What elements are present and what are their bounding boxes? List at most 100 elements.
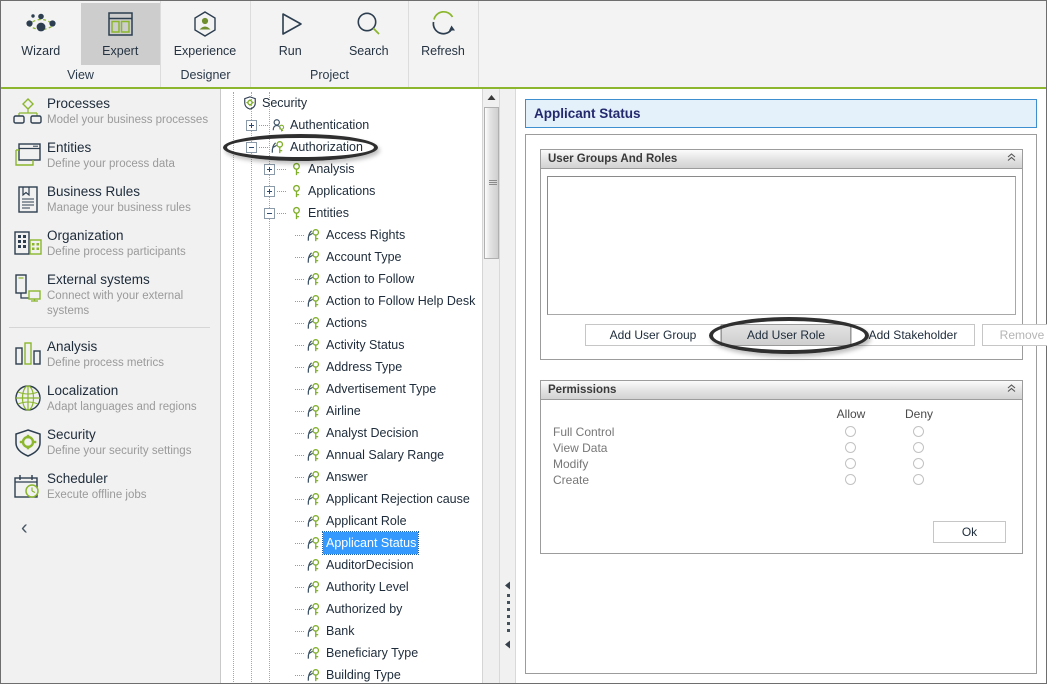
sidebar-item-business-rules[interactable]: Business Rules Manage your business rule… bbox=[1, 177, 220, 221]
tree-node-applicant-role[interactable]: Applicant Role bbox=[222, 510, 480, 532]
tree-node-label: Actions bbox=[323, 312, 367, 334]
tree-node-applicant-status[interactable]: Applicant Status bbox=[222, 532, 480, 554]
tree-node-airline[interactable]: Airline bbox=[222, 400, 480, 422]
expand-icon[interactable] bbox=[264, 186, 275, 197]
sidebar-item-external-systems-text: External systems Connect with your exter… bbox=[47, 271, 216, 319]
tree-node-auditordecision[interactable]: AuditorDecision bbox=[222, 554, 480, 576]
expert-button[interactable]: Expert bbox=[81, 3, 161, 65]
ribbon-group-label-designer: Designer bbox=[161, 65, 250, 87]
tree-node-authentication[interactable]: Authentication bbox=[222, 114, 480, 136]
scrollbar-grip-icon bbox=[489, 180, 497, 186]
sidebar-item-business-rules-subtitle: Manage your business rules bbox=[47, 201, 191, 216]
tree-node-address-type[interactable]: Address Type bbox=[222, 356, 480, 378]
detail-content-area: Applicant Status User Groups And Roles bbox=[517, 89, 1046, 683]
key-person-icon bbox=[305, 338, 323, 352]
sidebar-item-scheduler[interactable]: Scheduler Execute offline jobs bbox=[1, 464, 220, 508]
organization-icon bbox=[9, 227, 47, 261]
add-user-group-button[interactable]: Add User Group bbox=[585, 324, 721, 346]
tree-node-beneficiary-type[interactable]: Beneficiary Type bbox=[222, 642, 480, 664]
tree-node-actions[interactable]: Actions bbox=[222, 312, 480, 334]
scrollbar-thumb[interactable] bbox=[484, 107, 499, 259]
tree-node-authorization[interactable]: Authorization bbox=[222, 136, 480, 158]
sidebar-item-organization-title: Organization bbox=[47, 228, 186, 244]
wizard-button-label: Wizard bbox=[21, 44, 60, 58]
tree-vertical-scrollbar[interactable] bbox=[482, 89, 499, 683]
tree-node-answer[interactable]: Answer bbox=[222, 466, 480, 488]
tree-connector bbox=[277, 191, 286, 192]
sidebar-collapse-button[interactable]: ‹ bbox=[1, 508, 220, 548]
sidebar-item-entities[interactable]: Entities Define your process data bbox=[1, 133, 220, 177]
sidebar-item-security[interactable]: Security Define your security settings bbox=[1, 420, 220, 464]
sidebar-item-external-systems-subtitle: Connect with your external systems bbox=[47, 289, 216, 319]
tree-node-analysis[interactable]: Analysis bbox=[222, 158, 480, 180]
refresh-icon bbox=[423, 6, 463, 44]
tree-node-action-to-follow-help-desk[interactable]: Action to Follow Help Desk bbox=[222, 290, 480, 312]
collapse-icon[interactable] bbox=[246, 142, 257, 153]
tree-node-annual-salary-range[interactable]: Annual Salary Range bbox=[222, 444, 480, 466]
splitter-collapse-down-icon[interactable] bbox=[504, 640, 511, 650]
tree-node-account-type[interactable]: Account Type bbox=[222, 246, 480, 268]
key-person-icon bbox=[305, 360, 323, 374]
tree-node-building-type[interactable]: Building Type bbox=[222, 664, 480, 683]
refresh-button[interactable]: Refresh bbox=[409, 3, 477, 65]
splitter-collapse-up-icon[interactable] bbox=[504, 581, 511, 591]
ok-button[interactable]: Ok bbox=[933, 521, 1006, 543]
permission-row-modify: Modify bbox=[553, 456, 614, 472]
search-button[interactable]: Search bbox=[330, 3, 409, 65]
run-button[interactable]: Run bbox=[251, 3, 330, 65]
tree-node-applications[interactable]: Applications bbox=[222, 180, 480, 202]
sidebar-item-analysis[interactable]: Analysis Define process metrics bbox=[1, 332, 220, 376]
panel-splitter[interactable] bbox=[499, 89, 516, 683]
sidebar-item-external-systems[interactable]: External systems Connect with your exter… bbox=[1, 265, 220, 323]
sidebar-item-processes[interactable]: Processes Model your business processes bbox=[1, 89, 220, 133]
tree-node-label: Authorization bbox=[287, 136, 363, 158]
tree-node-authority-level[interactable]: Authority Level bbox=[222, 576, 480, 598]
tree-node-applicant-rejection-cause[interactable]: Applicant Rejection cause bbox=[222, 488, 480, 510]
chevron-up-icon-permissions[interactable] bbox=[1007, 384, 1016, 396]
add-stakeholder-label: Add Stakeholder bbox=[869, 328, 958, 342]
tree-node-label: Security bbox=[259, 92, 307, 114]
collapse-icon[interactable] bbox=[264, 208, 275, 219]
tree-node-authorized-by[interactable]: Authorized by bbox=[222, 598, 480, 620]
sidebar-item-organization[interactable]: Organization Define process participants bbox=[1, 221, 220, 265]
key-person-icon bbox=[305, 514, 323, 528]
user-groups-listbox[interactable] bbox=[547, 176, 1016, 315]
tree-node-label: Analysis bbox=[305, 158, 355, 180]
sidebar-item-security-title: Security bbox=[47, 427, 191, 443]
tree-node-access-rights[interactable]: Access Rights bbox=[222, 224, 480, 246]
tree-node-activity-status[interactable]: Activity Status bbox=[222, 334, 480, 356]
radio-deny-create[interactable] bbox=[913, 474, 924, 485]
wizard-button[interactable]: Wizard bbox=[1, 3, 81, 65]
experience-icon bbox=[185, 6, 225, 44]
add-stakeholder-button[interactable]: Add Stakeholder bbox=[851, 324, 975, 346]
add-user-role-button[interactable]: Add User Role bbox=[721, 324, 851, 346]
tree-node-bank[interactable]: Bank bbox=[222, 620, 480, 642]
tree-connector bbox=[295, 543, 304, 544]
scroll-up-arrow-icon[interactable] bbox=[483, 89, 499, 106]
chevron-up-icon[interactable] bbox=[1007, 153, 1016, 165]
radio-allow-create[interactable] bbox=[845, 474, 856, 485]
tree-node-analyst-decision[interactable]: Analyst Decision bbox=[222, 422, 480, 444]
sidebar-item-localization[interactable]: Localization Adapt languages and regions bbox=[1, 376, 220, 420]
shield-icon bbox=[241, 96, 259, 110]
tree-node-action-to-follow[interactable]: Action to Follow bbox=[222, 268, 480, 290]
tree-node-label: Analyst Decision bbox=[323, 422, 418, 444]
experience-button[interactable]: Experience bbox=[161, 3, 249, 65]
tree-node-advertisement-type[interactable]: Advertisement Type bbox=[222, 378, 480, 400]
tree-node-security[interactable]: Security bbox=[222, 92, 480, 114]
expand-icon[interactable] bbox=[264, 164, 275, 175]
user-groups-group-header[interactable]: User Groups And Roles bbox=[541, 150, 1022, 169]
tree-node-entities[interactable]: Entities bbox=[222, 202, 480, 224]
radio-allow-full-control[interactable] bbox=[845, 426, 856, 437]
radio-deny-full-control[interactable] bbox=[913, 426, 924, 437]
page-title: Applicant Status bbox=[525, 99, 1037, 128]
permissions-group-header[interactable]: Permissions bbox=[541, 381, 1022, 400]
expand-icon[interactable] bbox=[246, 120, 257, 131]
radio-allow-view-data[interactable] bbox=[845, 442, 856, 453]
permission-label-view-data: View Data bbox=[553, 441, 607, 455]
key-person-icon bbox=[305, 448, 323, 462]
radio-allow-modify[interactable] bbox=[845, 458, 856, 469]
radio-deny-modify[interactable] bbox=[913, 458, 924, 469]
sidebar-item-entities-title: Entities bbox=[47, 140, 175, 156]
radio-deny-view-data[interactable] bbox=[913, 442, 924, 453]
